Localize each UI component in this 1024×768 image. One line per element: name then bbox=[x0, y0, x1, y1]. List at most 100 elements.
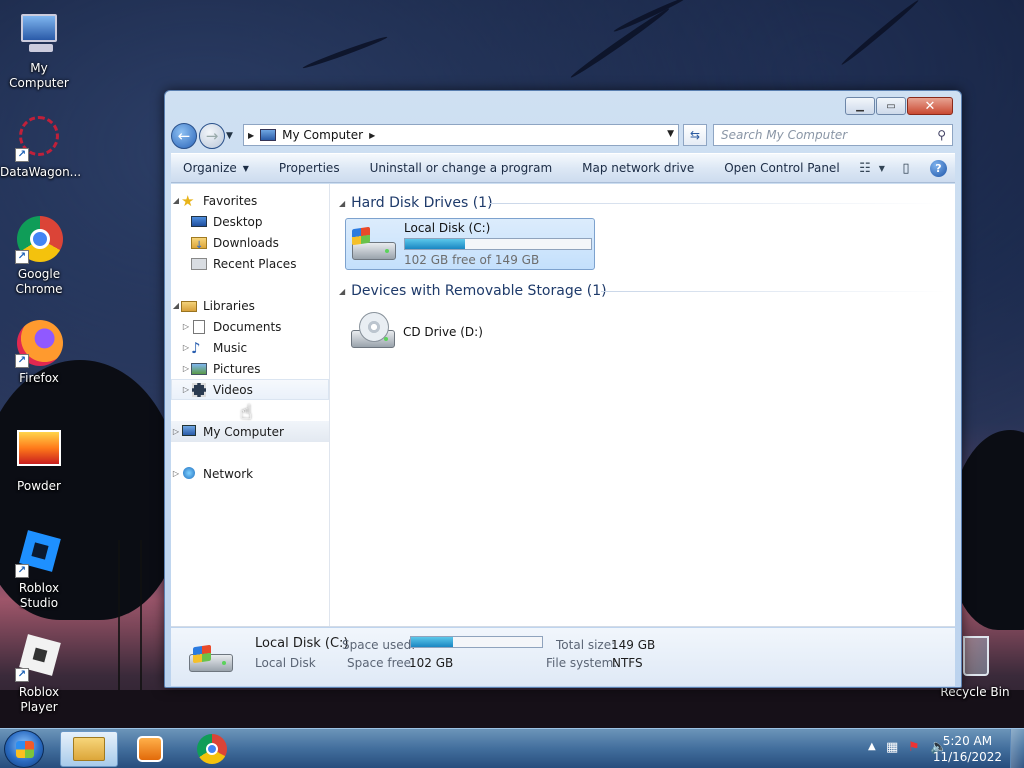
search-input[interactable]: Search My Computer ⚲ bbox=[713, 124, 953, 146]
expand-arrow-icon[interactable]: ▷ bbox=[171, 427, 181, 436]
search-icon[interactable]: ⚲ bbox=[937, 128, 946, 142]
total-size-label: Total size: bbox=[556, 638, 616, 652]
my-computer-icon bbox=[15, 10, 63, 58]
nav-label: Music bbox=[213, 340, 248, 355]
close-button[interactable]: ✕ bbox=[907, 97, 953, 115]
desktop-icon-roblox-studio[interactable]: ↗ Roblox Studio bbox=[0, 530, 78, 611]
datawagon-icon: ↗ bbox=[15, 114, 63, 162]
group-divider bbox=[489, 203, 947, 204]
show-hidden-icons-icon[interactable]: ▲ bbox=[868, 741, 876, 752]
organize-button[interactable]: Organize ▼ bbox=[171, 154, 264, 182]
documents-icon bbox=[191, 319, 207, 335]
organize-label: Organize bbox=[183, 161, 237, 175]
hand-cursor-icon: ☝ bbox=[240, 400, 253, 424]
explorer-content: ◢ ★ Favorites Desktop ↓ Downloads Recent… bbox=[171, 184, 955, 627]
network-icon bbox=[181, 466, 197, 482]
forward-button[interactable]: → bbox=[199, 123, 225, 149]
desktop-icon-chrome[interactable]: ↗ Google Chrome bbox=[0, 216, 78, 297]
nav-label: Network bbox=[203, 466, 254, 481]
expand-arrow-icon[interactable]: ◢ bbox=[171, 196, 181, 205]
arrow-right-icon: → bbox=[205, 127, 219, 145]
details-pane: Local Disk (C:) Local Disk Space used: S… bbox=[171, 628, 955, 686]
minimize-button[interactable]: ▁ bbox=[845, 97, 875, 115]
nav-videos[interactable]: ▷ Videos bbox=[171, 379, 329, 400]
clock-date: 11/16/2022 bbox=[932, 750, 1002, 764]
expand-arrow-icon[interactable]: ▷ bbox=[181, 322, 191, 331]
windows-logo-icon bbox=[16, 741, 34, 758]
nav-recent-places[interactable]: Recent Places bbox=[171, 253, 329, 274]
desktop-icon-label: Roblox Studio bbox=[18, 581, 60, 610]
drive-name: CD Drive (D:) bbox=[403, 325, 483, 339]
expand-arrow-icon[interactable]: ▷ bbox=[181, 364, 191, 373]
map-network-drive-button[interactable]: Map network drive bbox=[567, 154, 709, 182]
desktop-icon-firefox[interactable]: ↗ Firefox bbox=[0, 320, 78, 386]
start-button[interactable] bbox=[4, 730, 44, 768]
properties-button[interactable]: Properties bbox=[264, 154, 355, 182]
desktop-icon-powder[interactable]: Powder bbox=[0, 428, 78, 494]
system-tray: ▲ ▦ ⚑ 🔈 5:20 AM 11/16/2022 bbox=[834, 729, 1024, 768]
desktop-icon-label: Firefox bbox=[19, 371, 59, 385]
explorer-window[interactable]: ▁ ▭ ✕ ← → ▼ ▶ My Computer ▶ ▼ ⇆ Search M… bbox=[164, 90, 962, 688]
address-bar[interactable]: ▶ My Computer ▶ ▼ bbox=[243, 124, 679, 146]
action-center-icon[interactable]: ⚑ bbox=[908, 740, 920, 755]
nav-my-computer[interactable]: ▷ My Computer bbox=[171, 421, 329, 442]
network-tray-icon[interactable]: ▦ bbox=[886, 740, 898, 755]
help-icon[interactable]: ? bbox=[930, 159, 947, 177]
address-crumb[interactable]: My Computer bbox=[282, 128, 363, 142]
history-dropdown[interactable]: ▼ bbox=[226, 131, 236, 141]
group-header-removable[interactable]: ◢ Devices with Removable Storage (1) bbox=[339, 280, 955, 302]
taskbar-media-player[interactable] bbox=[121, 731, 179, 767]
clock[interactable]: 5:20 AM 11/16/2022 bbox=[933, 733, 1002, 765]
show-desktop-button[interactable] bbox=[1010, 729, 1024, 768]
refresh-button[interactable]: ⇆ bbox=[683, 124, 707, 146]
nav-downloads[interactable]: ↓ Downloads bbox=[171, 232, 329, 253]
desktop-icon-roblox-player[interactable]: ↗ Roblox Player bbox=[0, 634, 78, 715]
nav-label: Favorites bbox=[203, 193, 258, 208]
uninstall-program-button[interactable]: Uninstall or change a program bbox=[355, 154, 568, 182]
desktop-icon-label: Google Chrome bbox=[15, 267, 63, 296]
chrome-icon: ↗ bbox=[15, 216, 63, 264]
desktop-icon-datawagon[interactable]: ↗ DataWagon... bbox=[0, 114, 81, 180]
view-options-icon[interactable]: ☷ ▼ bbox=[859, 159, 885, 177]
desktop-icon-label: Roblox Player bbox=[18, 685, 60, 714]
drive-name: Local Disk (C:) bbox=[404, 221, 491, 235]
nav-pictures[interactable]: ▷ Pictures bbox=[171, 358, 329, 379]
open-control-panel-button[interactable]: Open Control Panel bbox=[709, 154, 854, 182]
maximize-button[interactable]: ▭ bbox=[876, 97, 906, 115]
caption-buttons: ▁ ▭ ✕ bbox=[845, 97, 953, 115]
nav-documents[interactable]: ▷ Documents bbox=[171, 316, 329, 337]
folder-icon bbox=[73, 737, 105, 761]
desktop-icon-my-computer[interactable]: My Computer bbox=[0, 10, 78, 91]
nav-desktop[interactable]: Desktop bbox=[171, 211, 329, 232]
chevron-right-icon[interactable]: ▶ bbox=[369, 131, 375, 140]
drive-tile-d[interactable]: CD Drive (D:) bbox=[345, 306, 595, 358]
collapse-arrow-icon: ◢ bbox=[339, 198, 346, 208]
nav-label: Desktop bbox=[213, 214, 263, 229]
media-player-icon bbox=[137, 736, 163, 762]
taskbar-explorer[interactable] bbox=[60, 731, 118, 767]
expand-arrow-icon[interactable]: ◢ bbox=[171, 301, 181, 310]
nav-music[interactable]: ▷ ♪ Music bbox=[171, 337, 329, 358]
wallpaper-stroke bbox=[569, 6, 671, 80]
taskbar-chrome[interactable] bbox=[183, 731, 241, 767]
file-system-label: File system: bbox=[546, 656, 618, 670]
pictures-icon bbox=[191, 361, 207, 377]
main-pane[interactable]: ◢ Hard Disk Drives (1) Local Disk (C:) 1… bbox=[331, 184, 955, 626]
back-button[interactable]: ← bbox=[171, 123, 197, 149]
expand-arrow-icon[interactable]: ▷ bbox=[181, 385, 191, 394]
space-free-value: 102 GB bbox=[409, 656, 454, 670]
desktop-icon bbox=[191, 214, 207, 230]
expand-arrow-icon[interactable]: ▷ bbox=[181, 343, 191, 352]
expand-arrow-icon[interactable]: ▷ bbox=[171, 469, 181, 478]
clock-time: 5:20 AM bbox=[942, 734, 993, 748]
nav-libraries[interactable]: ◢ Libraries bbox=[171, 295, 329, 316]
nav-network[interactable]: ▷ Network bbox=[171, 463, 329, 484]
desktop-icon-label: Powder bbox=[17, 479, 61, 493]
wallpaper-stroke bbox=[301, 34, 389, 71]
nav-favorites[interactable]: ◢ ★ Favorites bbox=[171, 190, 329, 211]
group-header-hard-disk[interactable]: ◢ Hard Disk Drives (1) bbox=[339, 192, 955, 214]
chevron-down-icon[interactable]: ▼ bbox=[667, 129, 674, 139]
file-system-value: NTFS bbox=[612, 656, 643, 670]
drive-tile-c[interactable]: Local Disk (C:) 102 GB free of 149 GB bbox=[345, 218, 595, 270]
preview-pane-icon[interactable]: ▯ bbox=[896, 159, 916, 177]
